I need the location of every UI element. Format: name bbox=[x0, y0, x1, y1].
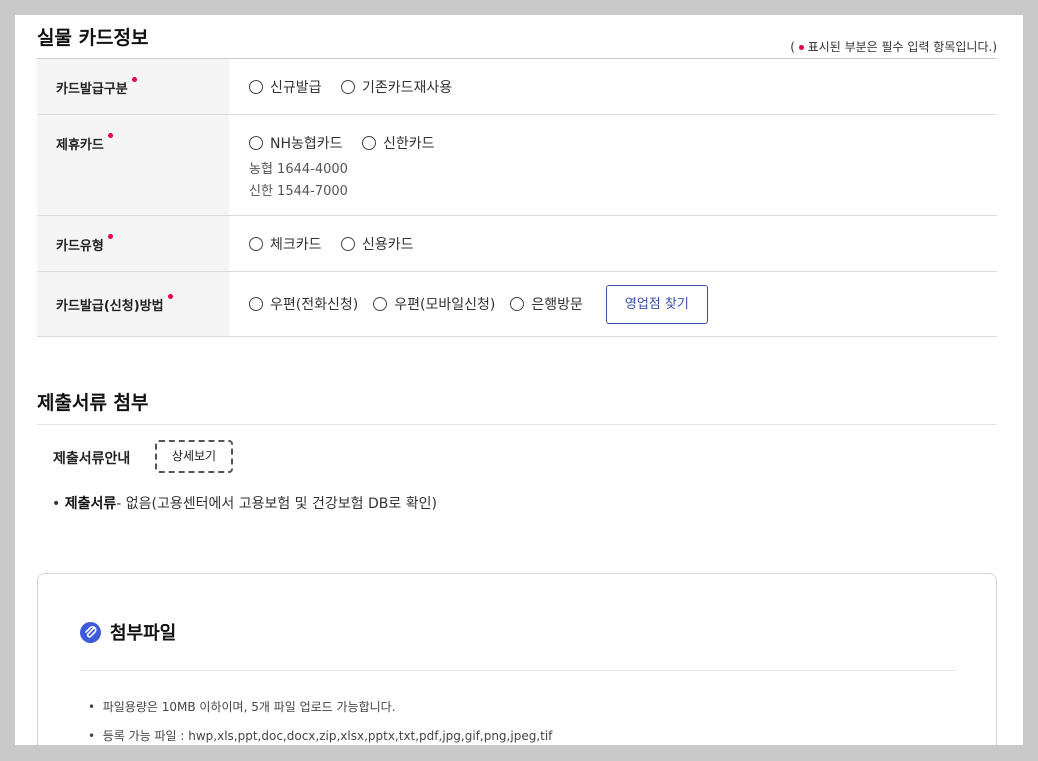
section-title-documents: 제출서류 첨부 bbox=[37, 392, 149, 414]
radio-label: 은행방문 bbox=[531, 297, 583, 313]
radio-circle-icon[interactable] bbox=[361, 136, 376, 150]
required-note: ( 표시된 부분은 필수 입력 항목입니다.) bbox=[790, 38, 997, 55]
radio-shinhan-card[interactable]: 신한카드 bbox=[361, 133, 435, 153]
attachment-note-size: 파일용량은 10MB 이하이며, 5개 파일 업로드 가능합니다. bbox=[102, 700, 396, 714]
find-branch-button[interactable]: 영업점 찾기 bbox=[605, 284, 708, 324]
radio-label: NH농협카드 bbox=[270, 136, 343, 152]
card-info-table: 카드발급구분 신규발급 기존카드재사용 제휴카드 NH농협카드 신한카드 농협 … bbox=[37, 58, 997, 337]
row-label: 카드유형 bbox=[37, 216, 229, 271]
radio-credit-card[interactable]: 신용카드 bbox=[340, 234, 414, 254]
row-label-text: 카드유형 bbox=[56, 239, 104, 254]
row-value: 우편(전화신청) 우편(모바일신청) 은행방문 영업점 찾기 bbox=[229, 272, 997, 336]
radio-new-issue[interactable]: 신규발급 bbox=[249, 77, 322, 97]
radio-circle-icon[interactable] bbox=[340, 237, 355, 251]
documents-label: 제출서류 bbox=[64, 496, 117, 512]
row-value: 체크카드 신용카드 bbox=[229, 216, 997, 271]
row-issue-method: 카드발급(신청)방법 우편(전화신청) 우편(모바일신청) 은행방문 영업점 찾… bbox=[37, 272, 997, 337]
bullet: • bbox=[88, 700, 96, 714]
radio-mail-phone[interactable]: 우편(전화신청) bbox=[249, 294, 358, 314]
required-dot-icon bbox=[798, 45, 804, 50]
row-issue-type: 카드발급구분 신규발급 기존카드재사용 bbox=[37, 59, 997, 115]
radio-nh-card[interactable]: NH농협카드 bbox=[249, 133, 343, 153]
row-value: NH농협카드 신한카드 농협 1644-4000 신한 1544-7000 bbox=[229, 115, 997, 215]
attachment-box: 첨부파일 • 파일용량은 10MB 이하이며, 5개 파일 업로드 가능합니다.… bbox=[37, 573, 997, 745]
attachment-note-types: 등록 가능 파일 : hwp,xls,ppt,doc,docx,zip,xlsx… bbox=[102, 729, 553, 743]
row-label: 제휴카드 bbox=[37, 115, 229, 215]
radio-label: 신용카드 bbox=[361, 237, 414, 253]
radio-label: 우편(모바일신청) bbox=[394, 297, 496, 313]
section-title-card-info: 실물 카드정보 bbox=[37, 27, 149, 49]
detail-view-button[interactable]: 상세보기 bbox=[155, 440, 233, 473]
radio-bank-visit[interactable]: 은행방문 bbox=[510, 294, 583, 314]
row-label-text: 제휴카드 bbox=[56, 138, 104, 153]
radio-circle-icon[interactable] bbox=[373, 297, 388, 311]
documents-text: - 없음(고용센터에서 고용보험 및 건강보험 DB로 확인) bbox=[116, 496, 437, 512]
radio-reuse-card[interactable]: 기존카드재사용 bbox=[340, 77, 453, 97]
divider bbox=[37, 424, 997, 425]
radio-label: 기존카드재사용 bbox=[361, 80, 453, 96]
phone-shinhan: 신한 1544-7000 bbox=[249, 184, 348, 199]
required-dot-icon bbox=[107, 234, 113, 239]
required-note-text: 표시된 부분은 필수 입력 항목입니다.) bbox=[807, 40, 997, 54]
attachment-title: 첨부파일 bbox=[80, 619, 176, 645]
radio-mail-mobile[interactable]: 우편(모바일신청) bbox=[373, 294, 495, 314]
radio-label: 신규발급 bbox=[270, 80, 322, 96]
radio-circle-icon[interactable] bbox=[340, 80, 355, 94]
radio-circle-icon[interactable] bbox=[249, 237, 263, 251]
divider bbox=[80, 670, 956, 671]
bullet: • bbox=[88, 729, 96, 743]
documents-line: • 제출서류- 없음(고용센터에서 고용보험 및 건강보험 DB로 확인) bbox=[52, 493, 437, 513]
row-value: 신규발급 기존카드재사용 bbox=[229, 59, 997, 114]
row-label-text: 카드발급(신청)방법 bbox=[56, 299, 164, 314]
required-dot-icon bbox=[107, 133, 113, 138]
radio-circle-icon[interactable] bbox=[249, 136, 263, 150]
radio-label: 신한카드 bbox=[382, 136, 435, 152]
required-dot-icon bbox=[131, 77, 137, 82]
row-partner-card: 제휴카드 NH농협카드 신한카드 농협 1644-4000 신한 1544-70… bbox=[37, 115, 997, 216]
required-note-open: ( bbox=[790, 40, 795, 54]
page: 실물 카드정보 ( 표시된 부분은 필수 입력 항목입니다.) 카드발급구분 신… bbox=[15, 15, 1023, 745]
paperclip-icon bbox=[80, 621, 101, 643]
documents-guide-label: 제출서류안내 bbox=[53, 451, 131, 467]
radio-label: 우편(전화신청) bbox=[270, 297, 359, 313]
radio-label: 체크카드 bbox=[270, 237, 322, 253]
attachment-note: • 파일용량은 10MB 이하이며, 5개 파일 업로드 가능합니다. bbox=[88, 698, 396, 715]
row-label: 카드발급구분 bbox=[37, 59, 229, 114]
row-label-text: 카드발급구분 bbox=[56, 82, 128, 97]
bullet: • bbox=[52, 496, 61, 512]
row-label: 카드발급(신청)방법 bbox=[37, 272, 229, 336]
radio-circle-icon[interactable] bbox=[249, 297, 263, 311]
attachment-note: • 등록 가능 파일 : hwp,xls,ppt,doc,docx,zip,xl… bbox=[88, 727, 552, 744]
attachment-title-text: 첨부파일 bbox=[110, 623, 177, 644]
required-dot-icon bbox=[167, 294, 173, 299]
row-card-type: 카드유형 체크카드 신용카드 bbox=[37, 216, 997, 272]
radio-circle-icon[interactable] bbox=[249, 80, 263, 94]
radio-circle-icon[interactable] bbox=[510, 297, 525, 311]
radio-check-card[interactable]: 체크카드 bbox=[249, 234, 322, 254]
phone-nh: 농협 1644-4000 bbox=[249, 162, 348, 177]
